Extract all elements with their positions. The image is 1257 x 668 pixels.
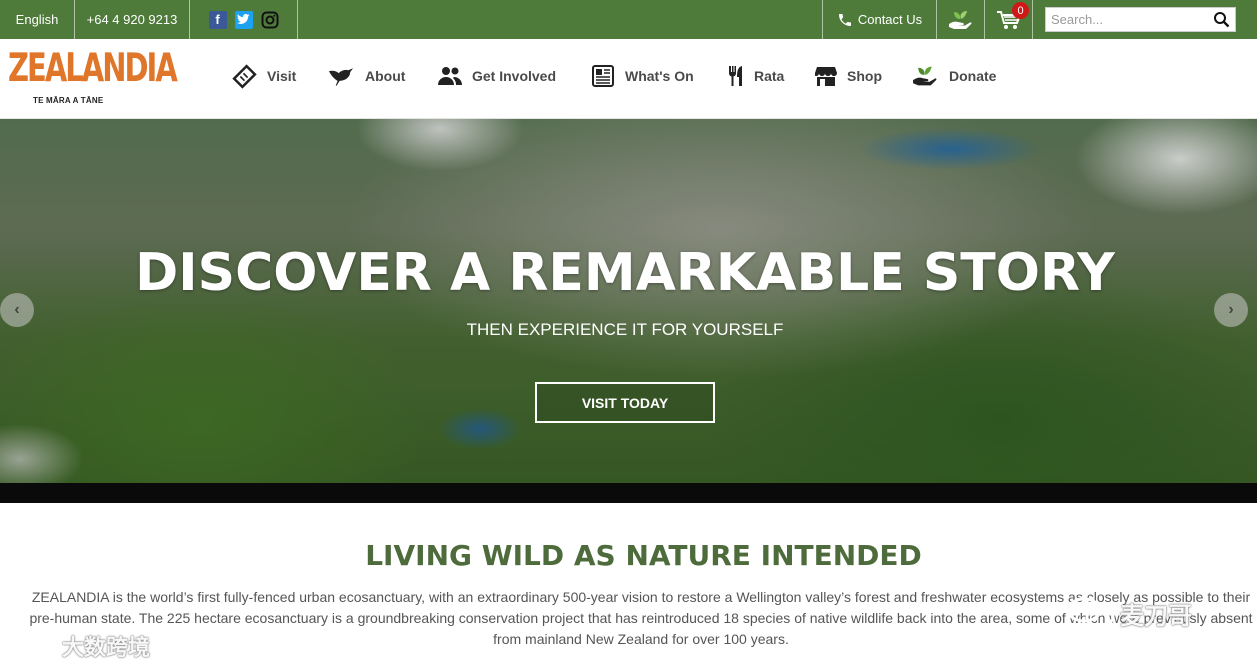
nav-item-get-involved[interactable]: Get Involved (438, 61, 556, 91)
nav-label: What's On (625, 68, 694, 84)
nav-item-visit[interactable]: Visit (232, 61, 296, 91)
nav-item-about[interactable]: About (328, 61, 405, 91)
zealandia-logo[interactable]: ZEALANDIA TE MĀRA A TĀNE (8, 44, 178, 109)
nav-item-shop[interactable]: Shop (815, 61, 882, 91)
cart-count-badge: 0 (1012, 2, 1029, 19)
hero-bottom-bar (0, 483, 1257, 503)
search-input[interactable] (1046, 8, 1206, 31)
hero-carousel: ‹ › DISCOVER A REMARKABLE STORY THEN EXP… (0, 119, 1257, 483)
nav-item-rata[interactable]: Rata (727, 61, 784, 91)
wechat-icon (1066, 597, 1115, 628)
cart-button[interactable]: 0 (985, 0, 1033, 39)
twitter-icon[interactable] (234, 10, 253, 29)
nav-label: Get Involved (472, 68, 557, 84)
social-links: f (190, 0, 298, 39)
nav-label: Donate (949, 68, 997, 84)
hero-title: DISCOVER A REMARKABLE STORY (135, 243, 1115, 303)
logo-wordmark: ZEALANDIA (8, 44, 178, 91)
nav-item-donate[interactable]: Donate (912, 61, 996, 91)
nav-label: Rata (754, 68, 785, 84)
visit-today-button[interactable]: VISIT TODAY (535, 382, 715, 423)
nav-label: Shop (847, 68, 882, 84)
phone-icon (838, 13, 851, 26)
section-heading: LIVING WILD AS NATURE INTENDED (365, 539, 922, 572)
facebook-icon[interactable]: f (208, 10, 227, 29)
newspaper-icon (592, 65, 614, 87)
top-bar: English +64 4 920 9213 f Contact Us 0 (0, 0, 1257, 39)
cutlery-icon (729, 66, 742, 86)
people-icon (438, 67, 462, 85)
phone-number[interactable]: +64 4 920 9213 (75, 0, 190, 39)
logo-tagline: TE MĀRA A TĀNE (33, 96, 104, 105)
contact-us-label: Contact Us (857, 12, 923, 27)
watermark-right: 麦刀哥 (1066, 596, 1192, 630)
nav-label: About (365, 68, 406, 84)
main-navigation: ZEALANDIA TE MĀRA A TĀNE Visit About Get… (0, 39, 1257, 119)
donate-icon (913, 66, 937, 86)
instagram-icon[interactable] (261, 11, 279, 29)
contact-us-link[interactable]: Contact Us (822, 0, 937, 39)
hero-subtitle: THEN EXPERIENCE IT FOR YOURSELF (466, 320, 784, 339)
chevron-left-icon: ‹ (14, 301, 20, 318)
nav-label: Visit (267, 68, 297, 84)
watermark-logo-icon (12, 636, 56, 657)
watermark-left-text: 大数跨境 (62, 635, 151, 660)
chevron-right-icon: › (1228, 301, 1234, 318)
watermark-right-text: 麦刀哥 (1120, 602, 1192, 630)
shop-icon (815, 67, 837, 86)
watermark-left: 大数跨境 (12, 630, 150, 662)
nav-item-whats-on[interactable]: What's On (591, 61, 694, 91)
bird-icon (328, 68, 354, 86)
language-selector[interactable]: English (0, 0, 75, 39)
donate-quick-button[interactable] (937, 0, 985, 39)
donate-icon (948, 10, 972, 29)
ticket-icon (232, 63, 257, 89)
search-icon[interactable] (1213, 11, 1230, 28)
search-box (1045, 7, 1236, 32)
